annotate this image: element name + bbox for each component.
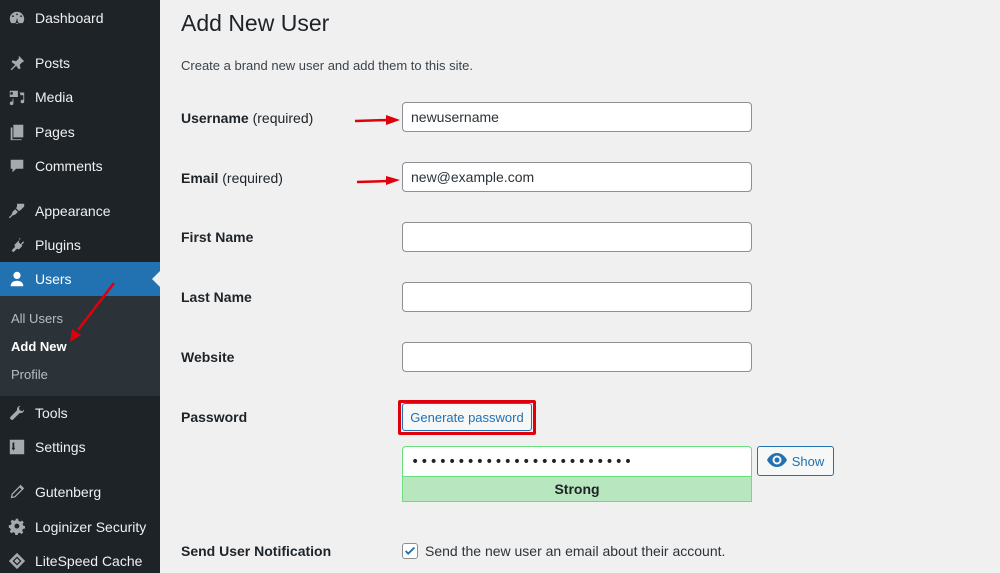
sidebar-item-pages[interactable]: Pages xyxy=(0,115,160,149)
submenu-add-new[interactable]: Add New xyxy=(11,339,67,354)
website-label: Website xyxy=(181,349,235,365)
sidebar-item-dashboard[interactable]: Dashboard xyxy=(0,1,160,35)
sidebar-item-users[interactable]: Users xyxy=(0,262,160,296)
settings-icon xyxy=(7,437,27,457)
sidebar-item-posts[interactable]: Posts xyxy=(0,46,160,80)
last-name-input[interactable] xyxy=(402,282,752,312)
pencil-icon xyxy=(7,482,27,502)
checkmark-icon xyxy=(404,546,416,555)
sidebar-item-loginizer[interactable]: Loginizer Security xyxy=(0,510,160,544)
required-marker: (required) xyxy=(252,110,314,126)
submenu-profile[interactable]: Profile xyxy=(11,367,48,382)
wrench-icon xyxy=(7,403,27,423)
email-label: Email (required) xyxy=(181,170,283,186)
last-name-label: Last Name xyxy=(181,289,252,305)
password-input[interactable]: •••••••••••••••••••••••• xyxy=(402,446,752,476)
sidebar-item-label: Loginizer Security xyxy=(35,519,147,535)
sidebar-item-label: Users xyxy=(35,271,72,287)
required-marker: (required) xyxy=(222,170,283,186)
pin-icon xyxy=(7,53,27,73)
username-label-text: Username xyxy=(181,110,249,126)
sidebar-item-label: LiteSpeed Cache xyxy=(35,553,143,569)
first-name-input[interactable] xyxy=(402,222,752,252)
users-submenu: All Users Add New Profile xyxy=(0,296,160,396)
pages-icon xyxy=(7,122,27,142)
show-password-button[interactable]: Show xyxy=(757,446,834,476)
plugin-icon xyxy=(7,235,27,255)
sidebar-item-label: Appearance xyxy=(35,203,111,219)
sidebar-item-label: Media xyxy=(35,89,74,105)
password-strength-indicator: Strong xyxy=(402,476,752,502)
dashboard-icon xyxy=(7,8,27,28)
diamond-icon xyxy=(7,551,27,571)
show-password-label: Show xyxy=(791,453,825,469)
sidebar-item-settings[interactable]: Settings xyxy=(0,430,160,464)
sidebar-item-label: Gutenberg xyxy=(35,484,102,500)
sidebar-item-tools[interactable]: Tools xyxy=(0,396,160,430)
email-label-text: Email xyxy=(181,170,219,186)
sidebar-item-appearance[interactable]: Appearance xyxy=(0,194,160,228)
sidebar-item-comments[interactable]: Comments xyxy=(0,149,160,183)
send-notification-label: Send User Notification xyxy=(181,543,332,559)
sidebar-item-media[interactable]: Media xyxy=(0,80,160,114)
page-title: Add New User xyxy=(181,10,330,36)
admin-sidebar: Dashboard Posts Media Pages Comments App… xyxy=(0,0,160,573)
sidebar-item-gutenberg[interactable]: Gutenberg xyxy=(0,475,160,509)
send-notification-checkbox[interactable] xyxy=(402,543,418,559)
email-input[interactable] xyxy=(402,162,752,192)
sidebar-item-label: Plugins xyxy=(35,237,81,253)
user-icon xyxy=(7,269,27,289)
sidebar-item-plugins[interactable]: Plugins xyxy=(0,228,160,262)
sidebar-item-label: Settings xyxy=(35,439,86,455)
page-description: Create a brand new user and add them to … xyxy=(181,58,473,73)
paintbrush-icon xyxy=(7,201,27,221)
comment-icon xyxy=(7,156,27,176)
website-input[interactable] xyxy=(402,342,752,372)
sidebar-item-label: Tools xyxy=(35,405,68,421)
send-notification-text: Send the new user an email about their a… xyxy=(425,543,726,559)
username-input[interactable] xyxy=(402,102,752,132)
sidebar-item-label: Pages xyxy=(35,124,75,140)
generate-password-button[interactable]: Generate password xyxy=(402,403,532,431)
sidebar-item-litespeed[interactable]: LiteSpeed Cache xyxy=(0,544,160,573)
sidebar-item-label: Comments xyxy=(35,158,103,174)
first-name-label: First Name xyxy=(181,229,254,245)
password-label: Password xyxy=(181,409,248,425)
main-content: Add New User Create a brand new user and… xyxy=(181,0,1000,573)
sidebar-item-label: Dashboard xyxy=(35,10,104,26)
username-label: Username (required) xyxy=(181,110,313,126)
submenu-all-users[interactable]: All Users xyxy=(11,311,63,326)
media-icon xyxy=(7,87,27,107)
eye-icon xyxy=(766,452,787,470)
gear-icon xyxy=(7,517,27,537)
sidebar-item-label: Posts xyxy=(35,55,71,71)
